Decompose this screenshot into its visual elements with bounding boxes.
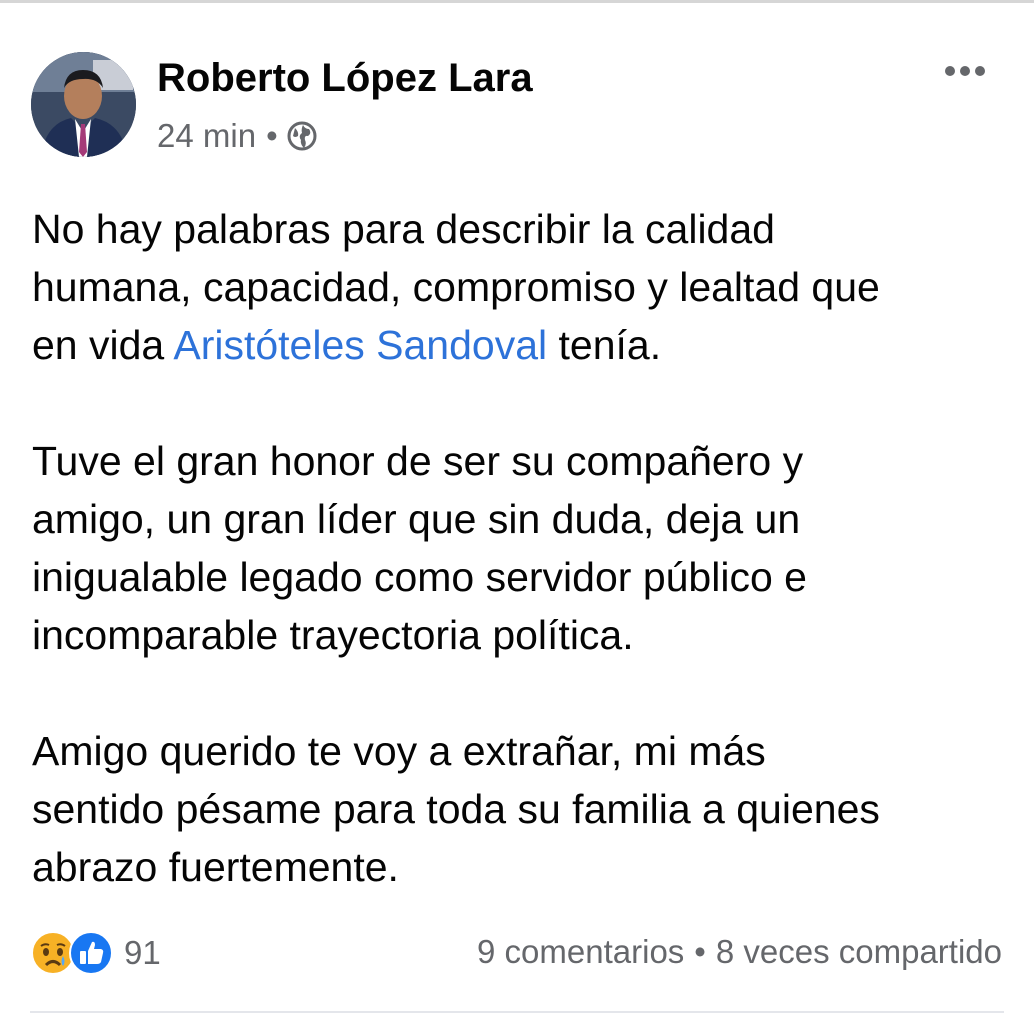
post-line: incomparable trayectoria política.: [32, 612, 634, 658]
author-name[interactable]: Roberto López Lara: [157, 56, 533, 101]
reaction-count: 91: [124, 934, 161, 971]
reaction-icons: [30, 930, 116, 976]
post-line: humana, capacidad, compromiso y lealtad …: [32, 264, 880, 310]
post-paragraph: Tuve el gran honor de ser su compañero y…: [32, 432, 1012, 664]
bottom-divider: [30, 1011, 1004, 1013]
like-reaction-icon: [69, 931, 113, 975]
post-line: No hay palabras para describir la calida…: [32, 206, 775, 252]
post-paragraph: No hay palabras para describir la calida…: [32, 200, 1012, 374]
more-options-icon[interactable]: [940, 56, 990, 86]
post-line: abrazo fuertemente.: [32, 844, 399, 890]
top-divider: [0, 0, 1034, 3]
post-line: sentido pésame para toda su familia a qu…: [32, 786, 880, 832]
post-paragraph: Amigo querido te voy a extrañar, mi más …: [32, 722, 1012, 896]
post-line-suffix: tenía.: [547, 322, 662, 368]
post-line: inigualable legado como servidor público…: [32, 554, 807, 600]
post-line-prefix: en vida: [32, 322, 174, 368]
post-line: amigo, un gran líder que sin duda, deja …: [32, 496, 801, 542]
post-line: Amigo querido te voy a extrañar, mi más: [32, 728, 766, 774]
globe-icon: [286, 120, 318, 152]
stats-separator: •: [694, 933, 706, 970]
shares-count-link[interactable]: 8 veces compartido: [716, 933, 1002, 970]
post-line: Tuve el gran honor de ser su compañero y: [32, 438, 804, 484]
post-stats: 9 comentarios • 8 veces compartido: [477, 933, 1002, 971]
post-body: No hay palabras para describir la calida…: [32, 200, 1012, 896]
post-meta: 24 min •: [157, 117, 318, 155]
comments-count-link[interactable]: 9 comentarios: [477, 933, 684, 970]
post-timestamp[interactable]: 24 min: [157, 117, 256, 155]
avatar[interactable]: [31, 52, 136, 157]
meta-separator: •: [266, 117, 278, 154]
reactions-summary[interactable]: 91: [30, 930, 161, 976]
mention-link[interactable]: Aristóteles Sandoval: [173, 322, 547, 368]
avatar-image: [31, 52, 136, 157]
